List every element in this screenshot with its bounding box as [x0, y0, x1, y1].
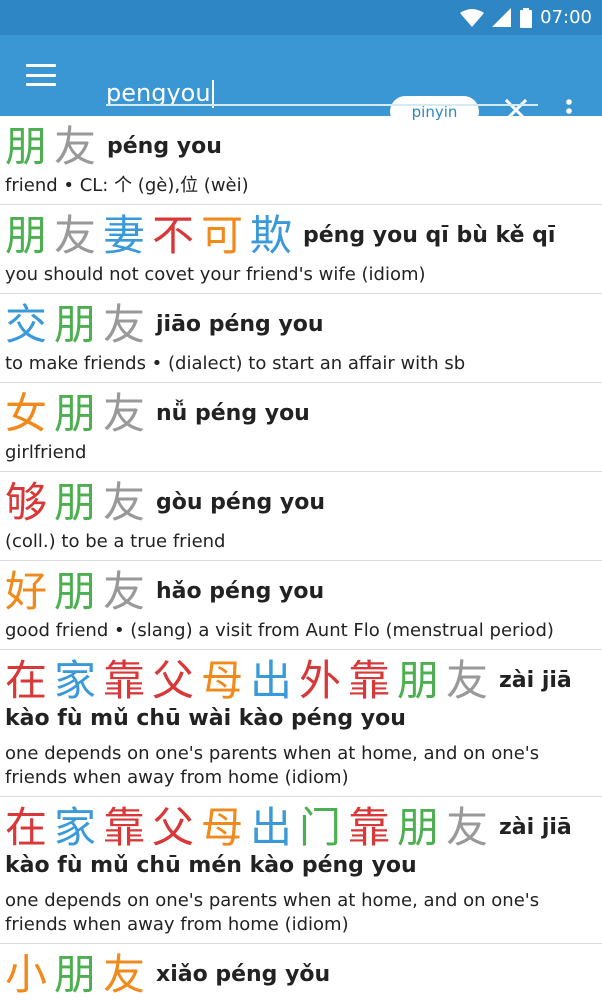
wifi-icon [460, 8, 485, 27]
hanzi-character: 够 [5, 478, 48, 527]
hanzi-character: 朋 [397, 656, 440, 705]
result-entry[interactable]: 女朋友 nǚ péng you girlfriend [0, 383, 602, 472]
hanzi-character: 欺 [250, 211, 293, 260]
result-entry[interactable]: 朋友 péng you friend • CL: 个 (gè),位 (wèi) [0, 116, 602, 205]
result-entry[interactable]: 在家靠父母出外靠朋友 zài jiā kào fù mǔ chū wài kào p… [0, 650, 602, 797]
entry-headword: 女朋友 nǚ péng you [5, 389, 594, 439]
hanzi-character: 朋 [54, 478, 97, 527]
hanzi-character: 靠 [103, 803, 146, 852]
hanzi-character: 朋 [54, 950, 97, 999]
hanzi-character: 可 [201, 211, 244, 260]
hanzi-character: 靠 [348, 656, 391, 705]
entry-definition: one depends on one's parents when at hom… [5, 890, 540, 935]
hanzi-character: 出 [250, 803, 293, 852]
entry-pinyin: jiāo péng you [156, 312, 324, 337]
entry-pinyin: hǎo péng you [156, 579, 325, 604]
entry-definition: good friend • (slang) a visit from Aunt … [5, 620, 554, 641]
entry-headword: 小朋友 xiǎo péng yǒu [5, 950, 594, 1000]
search-underline [106, 104, 538, 106]
status-icons: 07:00 [460, 0, 592, 35]
entry-pinyin-start: zài jiā [499, 668, 572, 693]
hanzi-character: 小 [5, 950, 48, 999]
hanzi-character: 朋 [54, 567, 97, 616]
entry-pinyin-start: zài jiā [499, 815, 572, 840]
status-bar: 07:00 [0, 0, 602, 35]
entry-pinyin: xiǎo péng yǒu [156, 962, 331, 987]
entry-headword: 够朋友 gòu péng you [5, 478, 594, 528]
hanzi-character: 门 [299, 803, 342, 852]
hanzi-character: 朋 [54, 300, 97, 349]
hanzi-character: 母 [201, 803, 244, 852]
hanzi-character: 友 [103, 950, 146, 999]
hanzi-character: 靠 [103, 656, 146, 705]
hanzi-character: 家 [54, 656, 97, 705]
result-entry[interactable]: 好朋友 hǎo péng you good friend • (slang) a v… [0, 561, 602, 650]
hanzi-character: 友 [54, 122, 97, 171]
hanzi-character: 妻 [103, 211, 146, 260]
hanzi-character: 友 [103, 567, 146, 616]
result-entry[interactable]: 朋友妻不可欺 péng you qī bù kě qī you should not… [0, 205, 602, 294]
hanzi-character: 友 [103, 389, 146, 438]
entry-definition: friend • CL: 个 (gè),位 (wèi) [5, 175, 249, 196]
hanzi-character: 朋 [5, 122, 48, 171]
result-entry[interactable]: 小朋友 xiǎo péng yǒu [0, 944, 602, 1000]
entry-pinyin: kào fù mǔ chū mén kào péng you [5, 853, 417, 878]
entry-headword: 交朋友 jiāo péng you [5, 300, 594, 350]
hanzi-character: 外 [299, 656, 342, 705]
result-entry[interactable]: 够朋友 gòu péng you (coll.) to be a true frie… [0, 472, 602, 561]
hanzi-character: 在 [5, 803, 48, 852]
entry-headword: 在家靠父母出门靠朋友 zài jiā [5, 803, 594, 853]
result-entry[interactable]: 交朋友 jiāo péng you to make friends • (diale… [0, 294, 602, 383]
entry-pinyin: kào fù mǔ chū wài kào péng you [5, 706, 406, 731]
result-entry[interactable]: 在家靠父母出门靠朋友 zài jiā kào fù mǔ chū mén kào p… [0, 797, 602, 944]
hanzi-character: 出 [250, 656, 293, 705]
hanzi-character: 友 [54, 211, 97, 260]
hanzi-character: 父 [152, 656, 195, 705]
entry-pinyin: péng you qī bù kě qī [303, 223, 556, 248]
entry-headword: 好朋友 hǎo péng you [5, 567, 594, 617]
hanzi-character: 靠 [348, 803, 391, 852]
hanzi-character: 朋 [54, 389, 97, 438]
hanzi-character: 友 [446, 803, 489, 852]
hanzi-character: 友 [446, 656, 489, 705]
entry-pinyin: gòu péng you [156, 490, 326, 515]
hanzi-character: 友 [103, 300, 146, 349]
entry-headword: 朋友 péng you [5, 122, 594, 172]
menu-icon[interactable] [26, 64, 56, 86]
entry-definition: you should not covet your friend's wife … [5, 264, 426, 285]
cell-signal-icon [492, 7, 512, 27]
hanzi-character: 在 [5, 656, 48, 705]
entry-headword: 在家靠父母出外靠朋友 zài jiā [5, 656, 594, 706]
hanzi-character: 母 [201, 656, 244, 705]
hanzi-character: 家 [54, 803, 97, 852]
entry-headword: 朋友妻不可欺 péng you qī bù kě qī [5, 211, 594, 261]
battery-icon [520, 7, 533, 28]
hanzi-character: 父 [152, 803, 195, 852]
entry-definition: to make friends • (dialect) to start an … [5, 353, 466, 374]
hanzi-character: 朋 [5, 211, 48, 260]
results-list: 朋友 péng you friend • CL: 个 (gè),位 (wèi) 朋友妻… [0, 116, 602, 1000]
entry-definition: (coll.) to be a true friend [5, 531, 226, 552]
entry-pinyin: nǚ péng you [156, 401, 310, 426]
search-input-text: pengyou [106, 79, 211, 107]
hanzi-character: 交 [5, 300, 48, 349]
hanzi-character: 友 [103, 478, 146, 527]
entry-pinyin: péng you [107, 134, 222, 159]
entry-definition: one depends on one's parents when at hom… [5, 743, 540, 788]
entry-definition: girlfriend [5, 442, 87, 463]
status-time: 07:00 [540, 7, 592, 28]
hanzi-character: 女 [5, 389, 48, 438]
hanzi-character: 不 [152, 211, 195, 260]
hanzi-character: 好 [5, 567, 48, 616]
hanzi-character: 朋 [397, 803, 440, 852]
